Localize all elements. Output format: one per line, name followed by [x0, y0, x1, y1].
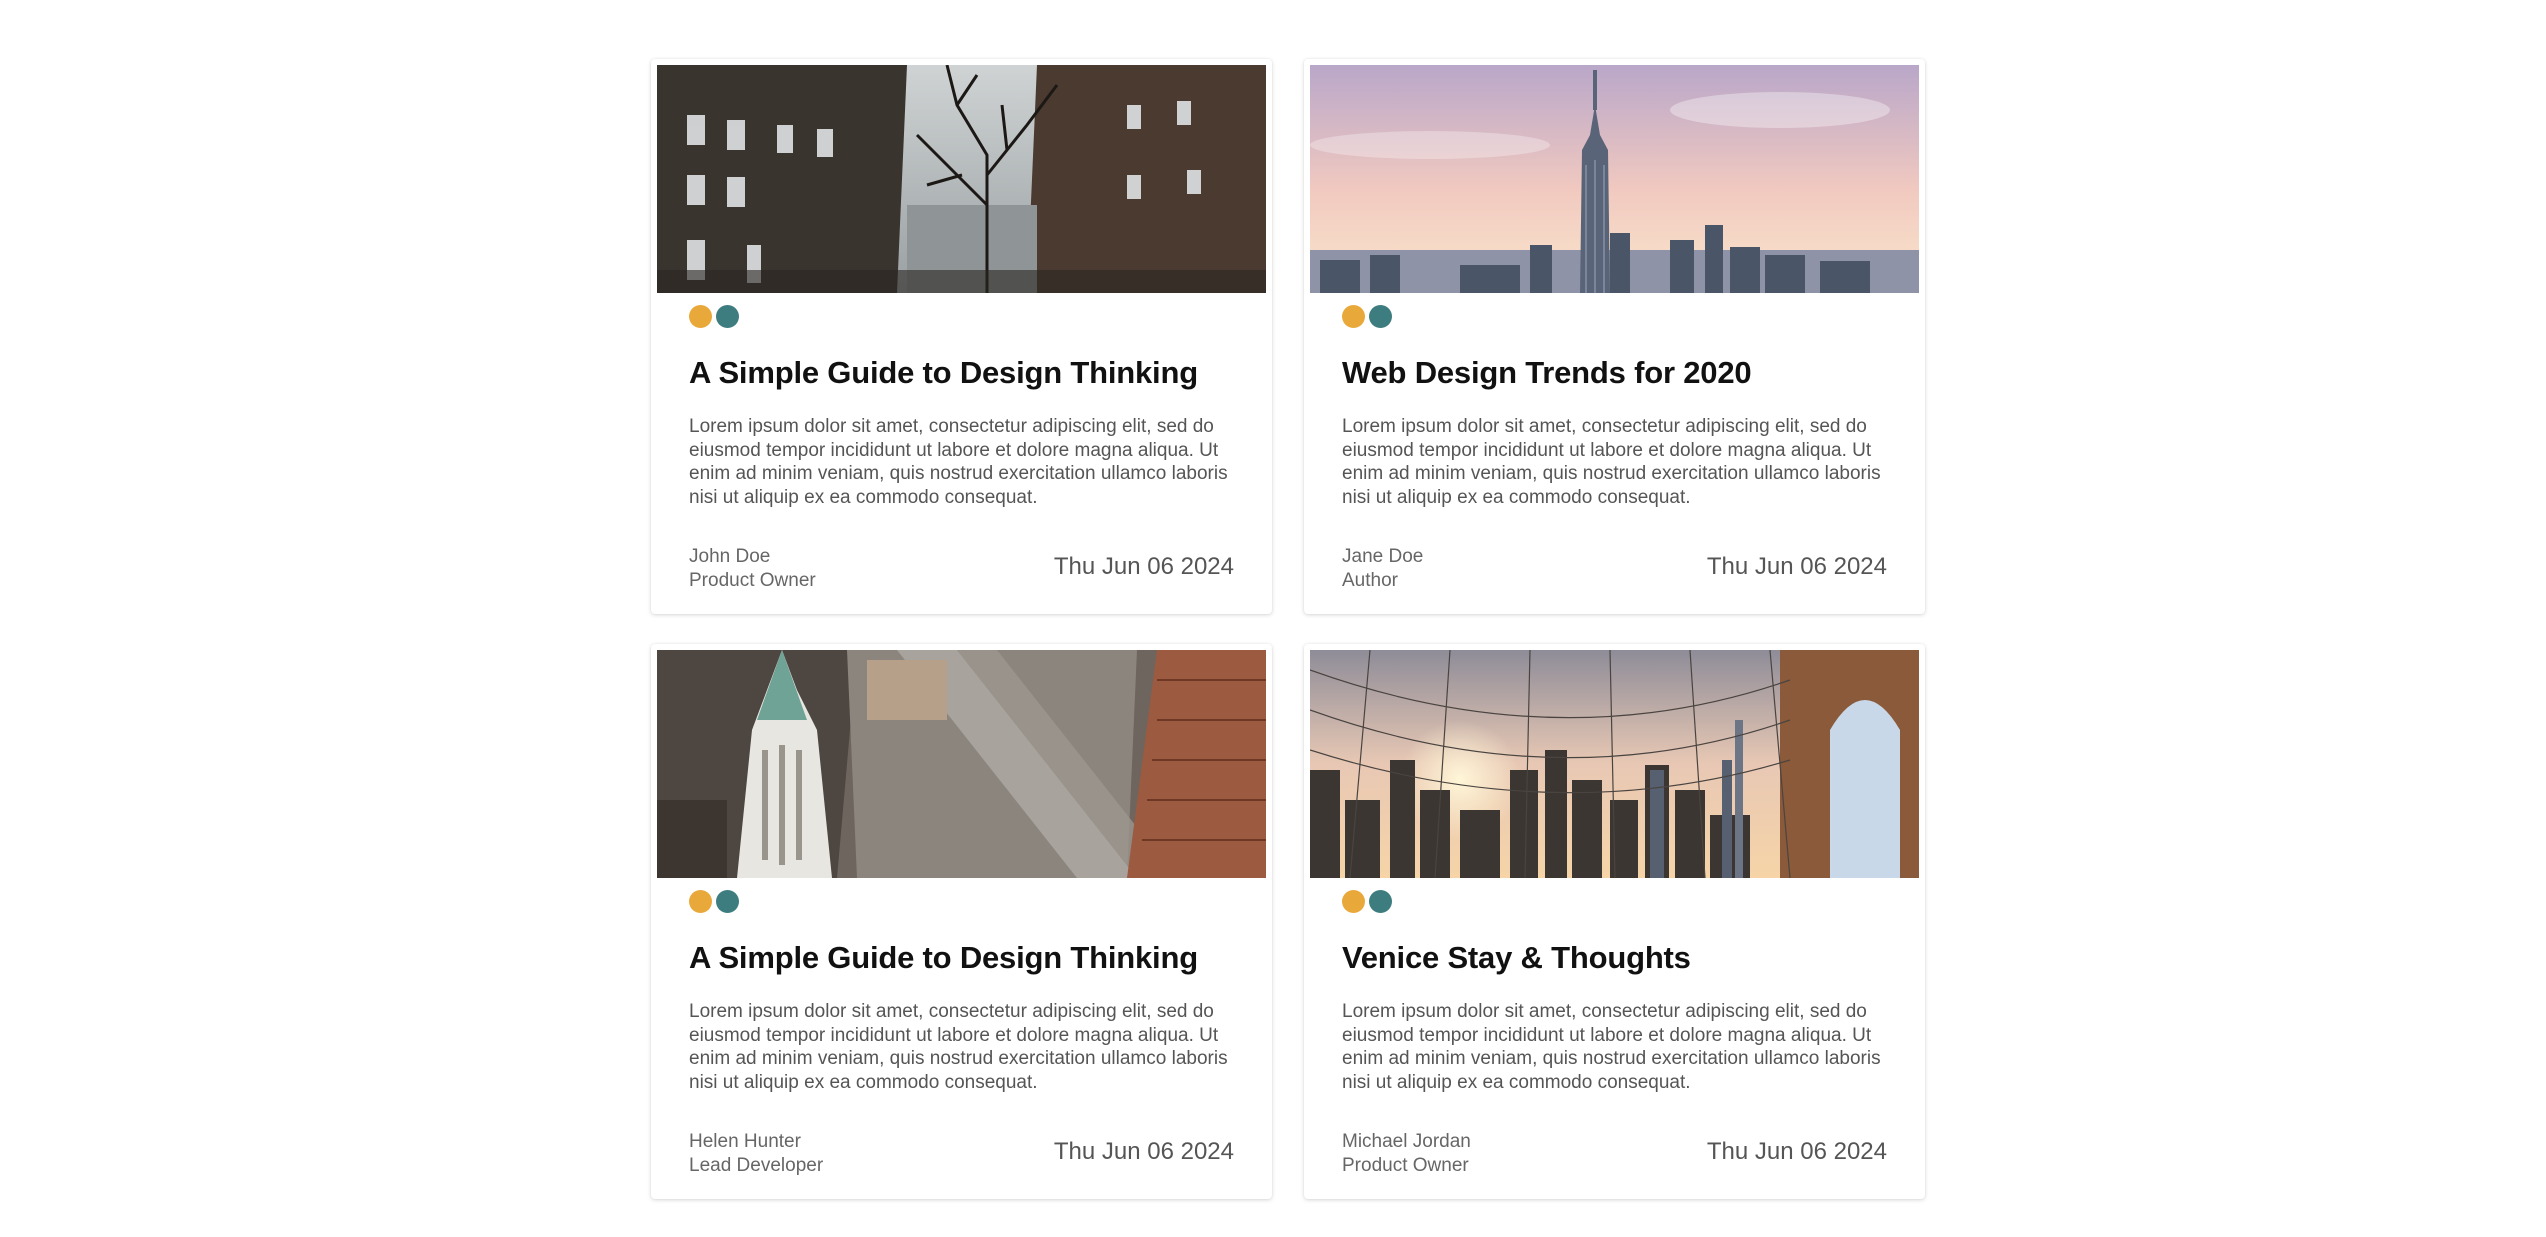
author-role: Author — [1342, 570, 1398, 591]
card-author: Michael Jordan Product Owner — [1342, 1130, 1471, 1178]
author-name: Jane Doe — [1342, 546, 1424, 567]
category-dot-teal — [716, 305, 739, 328]
category-dot-teal — [1369, 890, 1392, 913]
blog-card[interactable]: Web Design Trends for 2020 Lorem ipsum d… — [1304, 59, 1925, 614]
card-title[interactable]: A Simple Guide to Design Thinking — [689, 355, 1242, 391]
card-date: Thu Jun 06 2024 — [1053, 1138, 1234, 1165]
blog-card[interactable]: Venice Stay & Thoughts Lorem ipsum dolor… — [1304, 644, 1925, 1199]
author-name: Michael Jordan — [1342, 1131, 1471, 1152]
category-dot-orange — [689, 305, 712, 328]
card-excerpt: Lorem ipsum dolor sit amet, consectetur … — [1342, 416, 1881, 508]
category-dot-orange — [1342, 890, 1365, 913]
card-date: Thu Jun 06 2024 — [1706, 1138, 1887, 1165]
card-date: Thu Jun 06 2024 — [1706, 553, 1887, 580]
card-excerpt: Lorem ipsum dolor sit amet, consectetur … — [1342, 1001, 1881, 1093]
card-author: Helen Hunter Lead Developer — [689, 1130, 823, 1178]
blog-card[interactable]: A Simple Guide to Design Thinking Lorem … — [651, 59, 1272, 614]
category-dots — [689, 890, 739, 913]
author-role: Lead Developer — [689, 1155, 824, 1176]
category-dots — [1342, 305, 1392, 328]
author-name: John Doe — [689, 546, 771, 567]
card-excerpt: Lorem ipsum dolor sit amet, consectetur … — [689, 1001, 1228, 1093]
author-role: Product Owner — [1342, 1155, 1469, 1176]
card-title[interactable]: A Simple Guide to Design Thinking — [689, 940, 1242, 976]
aerial-city-image[interactable] — [657, 650, 1266, 878]
card-author: John Doe Product Owner — [689, 545, 816, 593]
category-dots — [689, 305, 739, 328]
snowy-street-image[interactable] — [657, 65, 1266, 293]
category-dot-teal — [1369, 305, 1392, 328]
author-name: Helen Hunter — [689, 1131, 801, 1152]
category-dot-teal — [716, 890, 739, 913]
blog-card[interactable]: A Simple Guide to Design Thinking Lorem … — [651, 644, 1272, 1199]
card-title[interactable]: Venice Stay & Thoughts — [1342, 940, 1895, 976]
category-dot-orange — [1342, 305, 1365, 328]
card-grid: A Simple Guide to Design Thinking Lorem … — [651, 59, 1925, 1199]
category-dot-orange — [689, 890, 712, 913]
card-author: Jane Doe Author — [1342, 545, 1423, 593]
card-excerpt: Lorem ipsum dolor sit amet, consectetur … — [689, 416, 1228, 508]
skyline-sunset-image[interactable] — [1310, 65, 1919, 293]
bridge-skyline-image[interactable] — [1310, 650, 1919, 878]
card-title[interactable]: Web Design Trends for 2020 — [1342, 355, 1895, 391]
author-role: Product Owner — [689, 570, 816, 591]
category-dots — [1342, 890, 1392, 913]
card-date: Thu Jun 06 2024 — [1053, 553, 1234, 580]
